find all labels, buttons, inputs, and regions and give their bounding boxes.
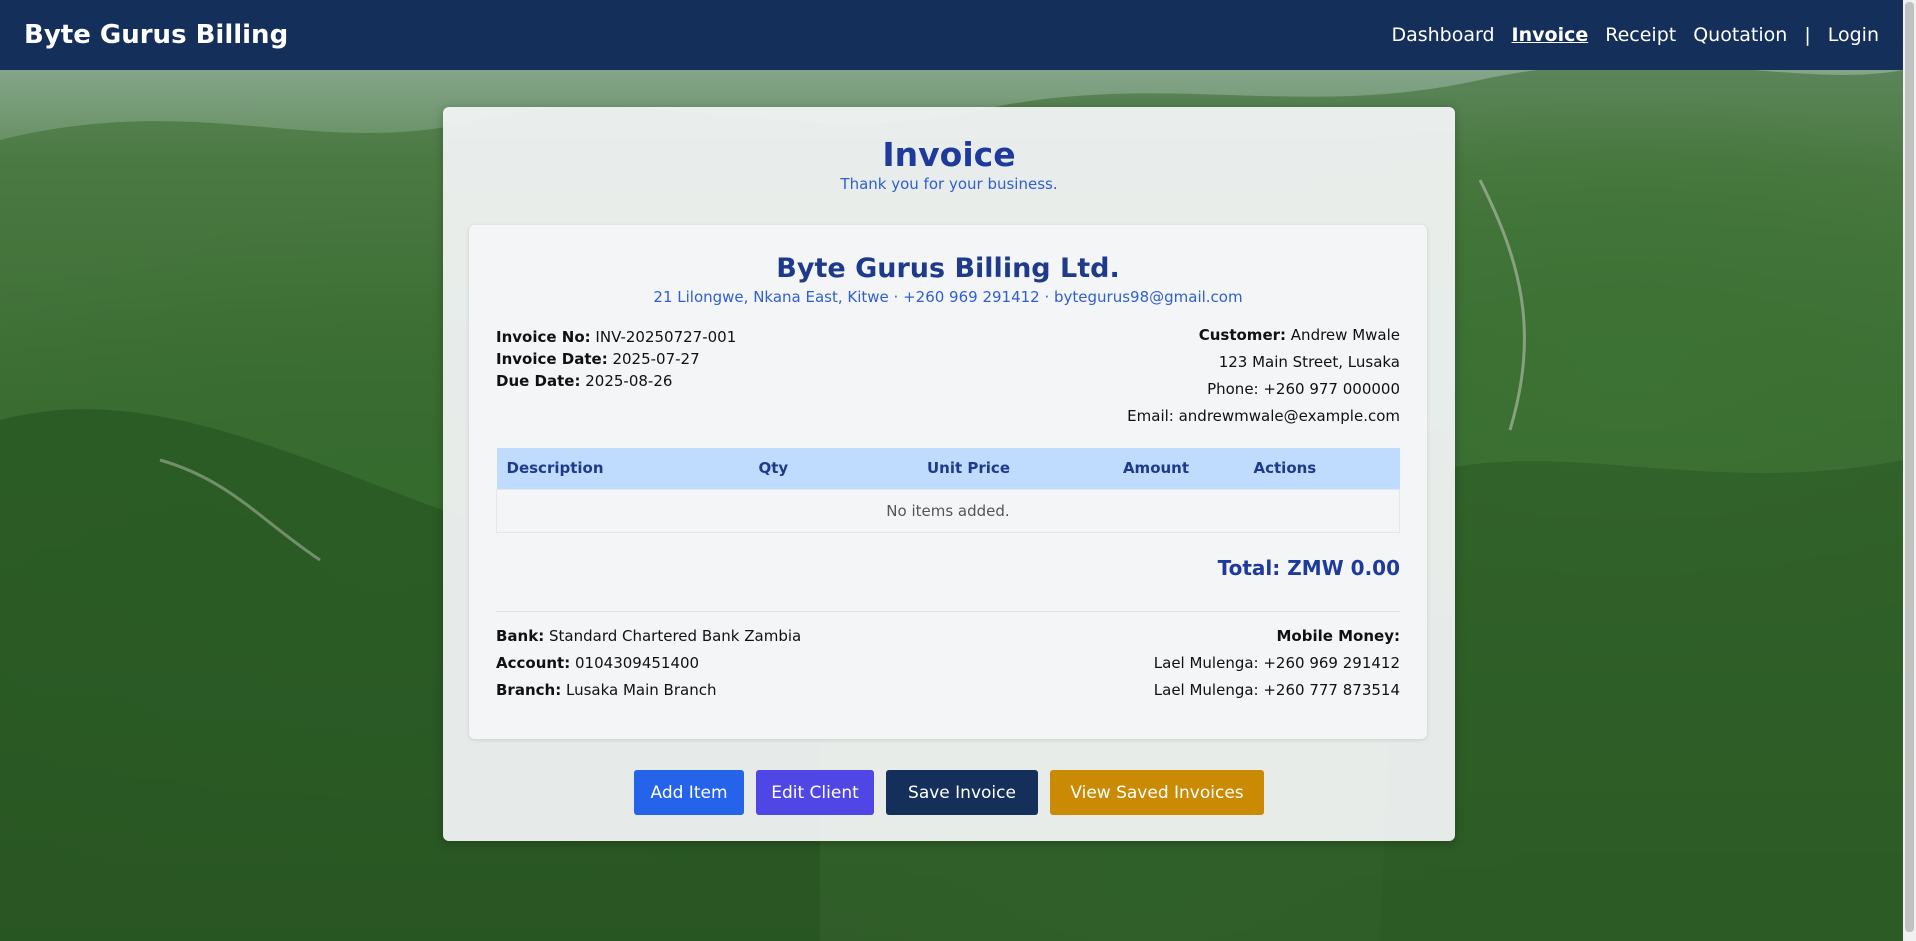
invoice-card: Byte Gurus Billing Ltd. 21 Lilongwe, Nka…: [469, 225, 1427, 739]
page-title: Invoice: [882, 135, 1016, 174]
nav-dashboard-link[interactable]: Dashboard: [1391, 24, 1494, 46]
branch-label: Branch:: [496, 680, 562, 699]
nav-quotation-link[interactable]: Quotation: [1693, 24, 1787, 46]
customer-address: 123 Main Street, Lusaka: [1218, 352, 1400, 371]
edit-client-button[interactable]: Edit Client: [756, 770, 874, 815]
bank-details: Bank: Standard Chartered Bank Zambia Acc…: [496, 623, 801, 704]
col-qty: Qty: [758, 459, 789, 478]
nav-invoice-link[interactable]: Invoice: [1512, 24, 1589, 46]
top-navbar: Byte Gurus Billing Dashboard Invoice Rec…: [0, 0, 1903, 70]
company-info: 21 Lilongwe, Nkana East, Kitwe · +260 96…: [653, 287, 1243, 306]
page-subtitle: Thank you for your business.: [840, 175, 1058, 194]
main-nav: Dashboard Invoice Receipt Quotation | Lo…: [1374, 24, 1879, 46]
invoice-panel: Invoice Thank you for your business. Byt…: [443, 107, 1455, 841]
add-item-button[interactable]: Add Item: [634, 770, 744, 815]
invoice-meta: Invoice No: INV-20250727-001 Invoice Dat…: [496, 326, 1400, 430]
mobile-money-line: Lael Mulenga: +260 969 291412: [1153, 653, 1400, 672]
scrollbar-thumb[interactable]: [1905, 2, 1914, 932]
invoice-number: INV-20250727-001: [595, 327, 737, 346]
bank-label: Bank:: [496, 626, 545, 645]
invoice-total: Total: ZMW 0.00: [1217, 555, 1400, 580]
invoice-date-row: Invoice Date: 2025-07-27: [496, 348, 736, 370]
customer-label: Customer:: [1198, 325, 1287, 344]
col-unit-price: Unit Price: [927, 459, 1010, 478]
col-actions: Actions: [1253, 459, 1317, 478]
due-date: 2025-08-26: [585, 371, 673, 390]
invoice-number-row: Invoice No: INV-20250727-001: [496, 326, 736, 348]
mobile-money-label: Mobile Money:: [1276, 626, 1400, 645]
view-saved-invoices-button[interactable]: View Saved Invoices: [1050, 770, 1264, 815]
empty-items-message: No items added.: [496, 488, 1400, 533]
items-table: Description Qty Unit Price Amount Action…: [496, 447, 1400, 533]
nav-receipt-link[interactable]: Receipt: [1605, 24, 1676, 46]
table-row: No items added.: [496, 488, 1400, 533]
payment-details: Bank: Standard Chartered Bank Zambia Acc…: [496, 623, 1400, 704]
page-scrollbar[interactable]: [1903, 0, 1916, 941]
action-buttons: Add Item Edit Client Save Invoice View S…: [443, 770, 1455, 815]
account-label: Account:: [496, 653, 571, 672]
nav-login-link[interactable]: Login: [1828, 24, 1879, 46]
col-description: Description: [506, 459, 604, 478]
bank-row: Bank: Standard Chartered Bank Zambia: [496, 623, 801, 650]
invoice-number-label: Invoice No:: [496, 327, 591, 346]
customer-details: Customer: Andrew Mwale 123 Main Street, …: [1127, 326, 1400, 430]
due-date-label: Due Date:: [496, 371, 581, 390]
due-date-row: Due Date: 2025-08-26: [496, 370, 736, 392]
branch-row: Branch: Lusaka Main Branch: [496, 677, 801, 704]
mobile-money-line: Lael Mulenga: +260 777 873514: [1153, 680, 1400, 699]
save-invoice-button[interactable]: Save Invoice: [886, 770, 1038, 815]
company-name: Byte Gurus Billing Ltd.: [776, 253, 1120, 284]
account-number: 0104309451400: [575, 653, 700, 672]
nav-separator: |: [1804, 24, 1811, 46]
bank-name: Standard Chartered Bank Zambia: [549, 626, 802, 645]
customer-name-row: Customer: Andrew Mwale: [1127, 322, 1400, 349]
brand-title[interactable]: Byte Gurus Billing: [24, 20, 288, 50]
mobile-money-label-row: Mobile Money:: [1154, 623, 1400, 650]
mobile-money-details: Mobile Money: Lael Mulenga: +260 969 291…: [1154, 623, 1400, 704]
col-amount: Amount: [1122, 459, 1190, 478]
customer-name: Andrew Mwale: [1290, 325, 1400, 344]
branch-name: Lusaka Main Branch: [565, 680, 717, 699]
invoice-date: 2025-07-27: [612, 349, 700, 368]
section-divider: [496, 610, 1400, 612]
invoice-date-label: Invoice Date:: [496, 349, 608, 368]
table-header-row: Description Qty Unit Price Amount Action…: [496, 447, 1400, 490]
customer-email: Email: andrewmwale@example.com: [1127, 406, 1400, 425]
customer-phone: Phone: +260 977 000000: [1207, 379, 1400, 398]
invoice-details: Invoice No: INV-20250727-001 Invoice Dat…: [496, 326, 736, 430]
account-row: Account: 0104309451400: [496, 650, 801, 677]
